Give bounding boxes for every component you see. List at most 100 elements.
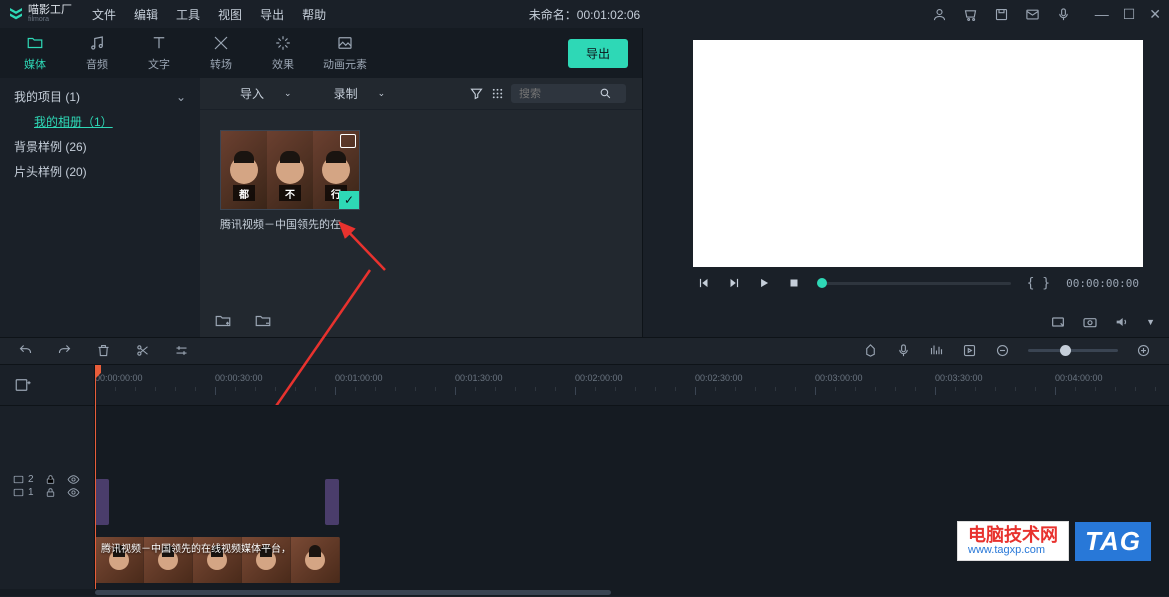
sparkle-icon — [274, 34, 292, 52]
search-icon — [599, 87, 612, 100]
snapshot-icon[interactable] — [1082, 314, 1098, 330]
overlay-clip-end[interactable] — [325, 479, 339, 525]
zoom-out-icon[interactable] — [995, 343, 1010, 358]
menu-file[interactable]: 文件 — [92, 6, 116, 23]
timeline-ruler[interactable]: 00:00:00:0000:00:30:0000:01:00:0000:01:3… — [95, 365, 1169, 405]
mic-icon[interactable] — [1056, 7, 1071, 22]
tab-transition[interactable]: 转场 — [190, 34, 252, 72]
menu-view[interactable]: 视图 — [218, 6, 242, 23]
tab-media[interactable]: 媒体 — [4, 34, 66, 72]
media-sidebar: 我的项目 (1) ⌄ 我的相册（1） 背景样例 (26) 片头样例 (20) — [0, 78, 200, 337]
lock-icon[interactable] — [44, 486, 57, 499]
delete-folder-icon[interactable] — [254, 312, 272, 330]
transition-icon — [212, 34, 230, 52]
timeline-toolbar — [0, 337, 1169, 365]
title-bar: 喵影工厂 filmora 文件 编辑 工具 视图 导出 帮助 未命名：00:01… — [0, 0, 1169, 28]
mode-tabs: 媒体 音频 文字 转场 效果 动画元素 导出 — [0, 28, 642, 78]
adjust-icon[interactable] — [174, 343, 189, 358]
tab-text[interactable]: 文字 — [128, 34, 190, 72]
preview-timecode: 00:00:00:00 — [1066, 277, 1139, 290]
video-clip[interactable]: 腾讯视频－中国领先的在线视频媒体平台， — [95, 537, 340, 583]
zoom-in-icon[interactable] — [1136, 343, 1151, 358]
project-title: 未命名：00:01:02:06 — [529, 6, 640, 23]
undo-icon[interactable] — [18, 343, 33, 358]
cart-icon[interactable] — [963, 7, 978, 22]
folder-icon — [26, 34, 44, 52]
menu-tools[interactable]: 工具 — [176, 6, 200, 23]
app-name: 喵影工厂 — [28, 5, 72, 16]
window-close[interactable]: ✕ — [1149, 6, 1161, 23]
tab-anim[interactable]: 动画元素 — [314, 34, 376, 72]
app-logo: 喵影工厂 filmora — [8, 5, 72, 23]
sidebar-item-background[interactable]: 背景样例 (26) — [0, 134, 200, 159]
redo-icon[interactable] — [57, 343, 72, 358]
eye-icon[interactable] — [67, 473, 80, 486]
sidebar-item-intro[interactable]: 片头样例 (20) — [0, 159, 200, 184]
more-icon[interactable]: ▼ — [1146, 317, 1155, 327]
menu-edit[interactable]: 编辑 — [134, 6, 158, 23]
eye-icon[interactable] — [67, 486, 80, 499]
zoom-handle[interactable] — [1060, 345, 1071, 356]
app-subname: filmora — [28, 16, 72, 23]
volume-icon[interactable] — [1114, 314, 1130, 330]
tab-audio[interactable]: 音频 — [66, 34, 128, 72]
window-minimize[interactable]: — — [1095, 6, 1109, 23]
media-bottom-bar — [200, 305, 642, 337]
fullscreen-icon[interactable] — [1050, 314, 1066, 330]
stop-icon[interactable] — [787, 276, 801, 290]
account-icon[interactable] — [932, 7, 947, 22]
preview-bottom-toolbar: ▼ — [643, 307, 1169, 337]
preview-progress[interactable] — [817, 282, 1011, 285]
import-dropdown[interactable]: 导入⌄ — [240, 85, 292, 102]
chevron-down-icon: ⌄ — [176, 90, 186, 104]
next-frame-icon[interactable] — [727, 276, 741, 290]
grid-view-icon[interactable] — [490, 86, 505, 101]
lock-icon[interactable] — [44, 473, 57, 486]
music-icon — [88, 34, 106, 52]
menu-help[interactable]: 帮助 — [302, 6, 326, 23]
zoom-slider[interactable] — [1028, 349, 1118, 352]
sidebar-item-myproject[interactable]: 我的项目 (1) ⌄ — [0, 84, 200, 109]
text-icon — [150, 34, 168, 52]
scroll-thumb[interactable] — [95, 590, 611, 596]
watermark: 电脑技术网 www.tagxp.com TAG — [957, 521, 1151, 561]
voiceover-icon[interactable] — [896, 343, 911, 358]
preview-controls: { } 00:00:00:00 — [693, 267, 1143, 299]
save-icon[interactable] — [994, 7, 1009, 22]
prev-frame-icon[interactable] — [697, 276, 711, 290]
menu-export[interactable]: 导出 — [260, 6, 284, 23]
render-icon[interactable] — [962, 343, 977, 358]
clip-type-icon — [340, 134, 356, 148]
track1-head[interactable]: 1 — [0, 486, 95, 499]
play-icon[interactable] — [757, 276, 771, 290]
media-clip-item[interactable]: 都 不 行 ✓ 腾讯视频－中国领先的在 — [220, 130, 360, 232]
audio-mix-icon[interactable] — [929, 343, 944, 358]
playhead[interactable] — [95, 365, 96, 589]
titlebar-right: — ☐ ✕ — [932, 6, 1161, 23]
search-input[interactable] — [511, 84, 626, 103]
export-button[interactable]: 导出 — [568, 39, 628, 68]
sidebar-item-album[interactable]: 我的相册（1） — [0, 109, 200, 134]
timeline-scrollbar[interactable] — [0, 589, 1169, 597]
logo-icon — [8, 6, 24, 22]
trash-icon[interactable] — [96, 343, 111, 358]
window-maximize[interactable]: ☐ — [1123, 6, 1136, 23]
tab-effect[interactable]: 效果 — [252, 34, 314, 72]
main-menu: 文件 编辑 工具 视图 导出 帮助 — [92, 6, 326, 23]
new-folder-icon[interactable] — [214, 312, 232, 330]
track1-label: 1 — [12, 486, 34, 499]
image-icon — [336, 34, 354, 52]
track2-head[interactable]: 2 — [0, 473, 95, 486]
add-track-button[interactable] — [0, 365, 94, 405]
mail-icon[interactable] — [1025, 7, 1040, 22]
record-dropdown[interactable]: 录制⌄ — [334, 85, 386, 102]
add-track-icon — [14, 376, 32, 394]
preview-canvas[interactable] — [693, 40, 1143, 267]
cut-icon[interactable] — [135, 343, 150, 358]
marker-icon[interactable] — [863, 343, 878, 358]
track2-label: 2 — [12, 473, 34, 486]
marker-range: { } — [1027, 276, 1050, 291]
progress-handle[interactable] — [817, 278, 827, 288]
overlay-clip-start[interactable] — [95, 479, 109, 525]
filter-icon[interactable] — [469, 86, 484, 101]
